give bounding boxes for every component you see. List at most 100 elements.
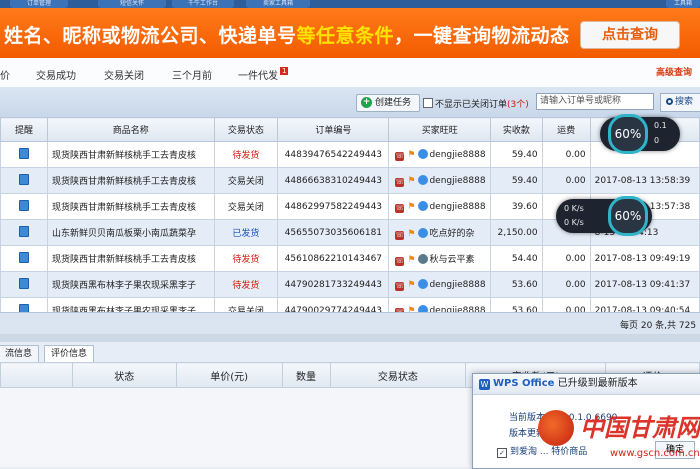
tab-review-info[interactable]: 评价信息 bbox=[44, 345, 95, 363]
buyer-cell[interactable]: ☏ ⚑ 吃点好的杂 bbox=[388, 219, 492, 246]
remind-cell[interactable] bbox=[0, 141, 48, 168]
wangwang-icon[interactable] bbox=[418, 278, 429, 289]
wangwang-icon[interactable] bbox=[418, 148, 429, 159]
product-name-cell[interactable]: 现货陕西甘肃新鲜核桃手工去青皮核 bbox=[47, 141, 215, 168]
product-name-cell[interactable]: 现货陕西黑布林李子果农现采黑李子 bbox=[47, 297, 215, 312]
table-row[interactable]: 现货陕西黑布林李子果农现采黑李子 交易关闭 44790029774249443 ☏ ⚑ d… bbox=[0, 297, 700, 312]
top-tab-2[interactable]: 千牛工作台 bbox=[172, 0, 234, 8]
remind-cell[interactable] bbox=[0, 245, 48, 272]
buyer-cell[interactable]: ☏ ⚑ dengjie8888 bbox=[388, 271, 492, 298]
col-order-id[interactable]: 订单编号 bbox=[277, 117, 390, 142]
hide-closed-checkbox[interactable]: 不显示已关闭订单(3个) bbox=[423, 97, 529, 110]
buyer-name[interactable]: dengjie8888 bbox=[429, 150, 485, 160]
note-icon[interactable] bbox=[19, 173, 29, 185]
table-row[interactable]: 现货陕西甘肃新鲜核桃手工去青皮核 交易关闭 44866638310249443 ☏ ⚑ d… bbox=[0, 167, 700, 194]
order-id-cell[interactable]: 44839476542249443 bbox=[277, 141, 390, 168]
detail-col-unit-price[interactable]: 单价(元) bbox=[175, 362, 283, 388]
detail-col-quantity[interactable]: 数量 bbox=[281, 362, 331, 388]
buyer-name[interactable]: 吃点好的杂 bbox=[429, 229, 474, 239]
col-amount[interactable]: 实收款 bbox=[490, 117, 543, 142]
buyer-cell[interactable]: ☏ ⚑ dengjie8888 bbox=[388, 141, 492, 168]
note-icon[interactable] bbox=[19, 199, 29, 211]
net-monitor-top[interactable]: 60% 0.1 0 bbox=[600, 114, 680, 154]
wangwang-icon[interactable] bbox=[418, 227, 429, 238]
buyer-name[interactable]: 秋与云平素 bbox=[429, 255, 474, 265]
remind-cell[interactable] bbox=[0, 167, 48, 194]
flag-icon[interactable]: ⚑ bbox=[407, 202, 415, 212]
product-name-cell[interactable]: 现货陕西甘肃新鲜核桃手工去青皮核 bbox=[47, 245, 215, 272]
flag-icon[interactable]: ⚑ bbox=[407, 150, 415, 160]
filter-tab-3-months-ago[interactable]: 三个月前 bbox=[172, 67, 212, 82]
buyer-name[interactable]: dengjie8888 bbox=[429, 176, 485, 186]
query-button[interactable]: 点击查询 bbox=[580, 21, 680, 49]
filter-tab-success[interactable]: 交易成功 bbox=[36, 67, 76, 82]
top-tab-0[interactable]: 订单管理 bbox=[10, 0, 68, 8]
order-id-cell[interactable]: 45610862210143467 bbox=[277, 245, 390, 272]
detail-col-status[interactable]: 状态 bbox=[71, 362, 177, 388]
detail-col-trade-status[interactable]: 交易状态 bbox=[329, 362, 467, 388]
filter-tab-closed[interactable]: 交易关闭 bbox=[104, 67, 144, 82]
flag-icon[interactable]: ⚑ bbox=[407, 176, 415, 186]
wangwang-icon[interactable] bbox=[418, 200, 429, 211]
remind-cell[interactable] bbox=[0, 297, 48, 312]
col-shipping[interactable]: 运费 bbox=[541, 117, 591, 142]
buyer-cell[interactable]: ☏ ⚑ dengjie8888 bbox=[388, 193, 492, 220]
phone-icon[interactable]: ☏ bbox=[395, 256, 405, 266]
product-name-cell[interactable]: 现货陕西甘肃新鲜核桃手工去青皮核 bbox=[47, 193, 215, 220]
remind-cell[interactable] bbox=[0, 219, 48, 246]
checkbox-box[interactable] bbox=[423, 98, 433, 108]
table-row[interactable]: 现货陕西甘肃新鲜核桃手工去青皮核 待发货 45610862210143467 ☏ ⚑ 秋与… bbox=[0, 245, 700, 272]
phone-icon[interactable]: ☏ bbox=[395, 230, 405, 240]
top-tab-3[interactable]: 卖家工具箱 bbox=[246, 0, 310, 8]
wangwang-icon[interactable] bbox=[418, 253, 429, 264]
search-button[interactable]: 搜索 bbox=[660, 93, 700, 112]
remind-cell[interactable] bbox=[0, 271, 48, 298]
create-task-button[interactable]: + 创建任务 bbox=[356, 94, 420, 112]
order-id-cell[interactable]: 44866638310249443 bbox=[277, 167, 390, 194]
phone-icon[interactable]: ☏ bbox=[395, 151, 405, 161]
phone-icon[interactable]: ☏ bbox=[395, 177, 405, 187]
note-icon[interactable] bbox=[19, 225, 29, 237]
phone-icon[interactable]: ☏ bbox=[395, 203, 405, 213]
col-buyer[interactable]: 买家旺旺 bbox=[388, 117, 492, 142]
flag-icon[interactable]: ⚑ bbox=[407, 255, 415, 265]
flag-icon[interactable]: ⚑ bbox=[407, 229, 415, 239]
note-icon[interactable] bbox=[19, 303, 29, 312]
product-name-cell[interactable]: 现货陕西黑布林李子果农现采黑李子 bbox=[47, 271, 215, 298]
order-search-input[interactable]: 请输入订单号或昵称 bbox=[536, 93, 654, 110]
detail-tabs: 流信息 评价信息 bbox=[0, 342, 700, 363]
table-row[interactable]: 现货陕西黑布林李子果农现采黑李子 待发货 44790281733249443 ☏ ⚑ de… bbox=[0, 271, 700, 298]
buyer-name[interactable]: dengjie8888 bbox=[429, 280, 485, 290]
col-trade-status[interactable]: 交易状态 bbox=[213, 117, 279, 142]
top-tab-4[interactable]: 工具箱 bbox=[666, 0, 700, 8]
note-icon[interactable] bbox=[19, 277, 29, 289]
phone-icon[interactable]: ☏ bbox=[395, 281, 405, 291]
col-product-name[interactable]: 商品名称 bbox=[47, 117, 215, 142]
buyer-cell[interactable]: ☏ ⚑ dengjie8888 bbox=[388, 297, 492, 312]
filter-tab-partial[interactable]: 价 bbox=[0, 67, 10, 82]
product-name-cell[interactable]: 山东新鲜贝贝南瓜板栗小南瓜蔬菜孕 bbox=[47, 219, 215, 246]
order-id-cell[interactable]: 44862997582249443 bbox=[277, 193, 390, 220]
note-icon[interactable] bbox=[19, 147, 29, 159]
wps-checkbox-box[interactable]: ✓ bbox=[497, 448, 507, 458]
order-id-cell[interactable]: 44790281733249443 bbox=[277, 271, 390, 298]
product-name-cell[interactable]: 现货陕西甘肃新鲜核桃手工去青皮核 bbox=[47, 167, 215, 194]
tab-logistics-info[interactable]: 流信息 bbox=[0, 345, 40, 363]
filter-tab-dropship[interactable]: 一件代发 1 bbox=[238, 67, 289, 82]
buyer-name[interactable]: dengjie8888 bbox=[429, 202, 485, 212]
wangwang-icon[interactable] bbox=[418, 304, 429, 312]
top-tab-1[interactable]: 短信关怀 bbox=[98, 0, 166, 8]
net-monitor-mid[interactable]: 0 K/s 0 K/s 60% bbox=[556, 196, 652, 236]
buyer-cell[interactable]: ☏ ⚑ dengjie8888 bbox=[388, 167, 492, 194]
table-row[interactable]: 现货陕西甘肃新鲜核桃手工去青皮核 待发货 44839476542249443 ☏ ⚑ de… bbox=[0, 141, 700, 168]
note-icon[interactable] bbox=[19, 251, 29, 263]
order-id-cell[interactable]: 44790029774249443 bbox=[277, 297, 390, 312]
flag-icon[interactable]: ⚑ bbox=[407, 280, 415, 290]
col-remind[interactable]: 提醒 bbox=[0, 117, 48, 142]
wangwang-icon[interactable] bbox=[418, 174, 429, 185]
buyer-cell[interactable]: ☏ ⚑ 秋与云平素 bbox=[388, 245, 492, 272]
advanced-search-link[interactable]: 高级查询 bbox=[656, 65, 692, 78]
remind-cell[interactable] bbox=[0, 193, 48, 220]
splitter-handle[interactable] bbox=[0, 334, 700, 342]
order-id-cell[interactable]: 45655073035606181 bbox=[277, 219, 390, 246]
